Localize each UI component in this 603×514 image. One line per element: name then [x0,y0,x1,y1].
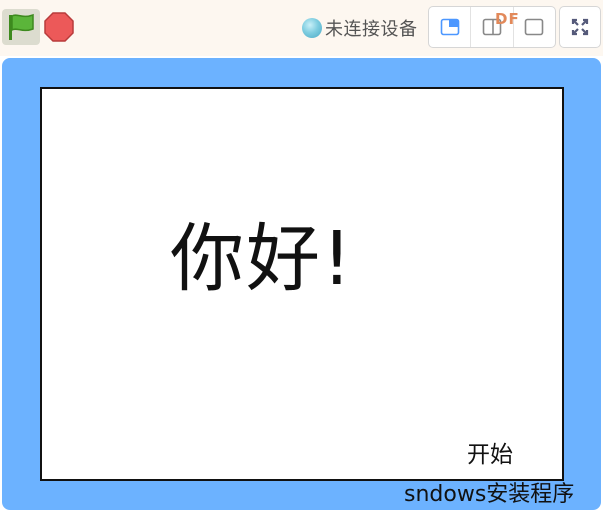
large-stage-icon [525,18,544,36]
green-flag-button[interactable] [2,9,40,45]
taskbar-label: sndows安装程序 [404,482,575,507]
brand-mark: DF [495,10,520,28]
stop-button[interactable] [44,12,74,42]
small-stage-button[interactable] [429,7,472,47]
start-label[interactable]: 开始 [467,435,513,469]
connection-status-label: 未连接设备 [325,19,418,40]
large-stage-button[interactable] [514,7,555,47]
green-flag-icon [9,13,34,40]
greeting-text: 你好! [170,216,354,302]
stage-canvas[interactable]: 你好! 开始 [40,87,564,481]
fullscreen-button[interactable] [559,6,601,48]
connection-status[interactable]: 未连接设备 [302,16,418,40]
small-stage-icon [440,18,459,36]
toolbar: 未连接设备 DF [0,0,603,56]
fullscreen-icon [571,18,589,36]
connection-status-icon [302,18,322,38]
stage-layout-switcher [428,6,556,48]
stop-icon [44,12,74,42]
